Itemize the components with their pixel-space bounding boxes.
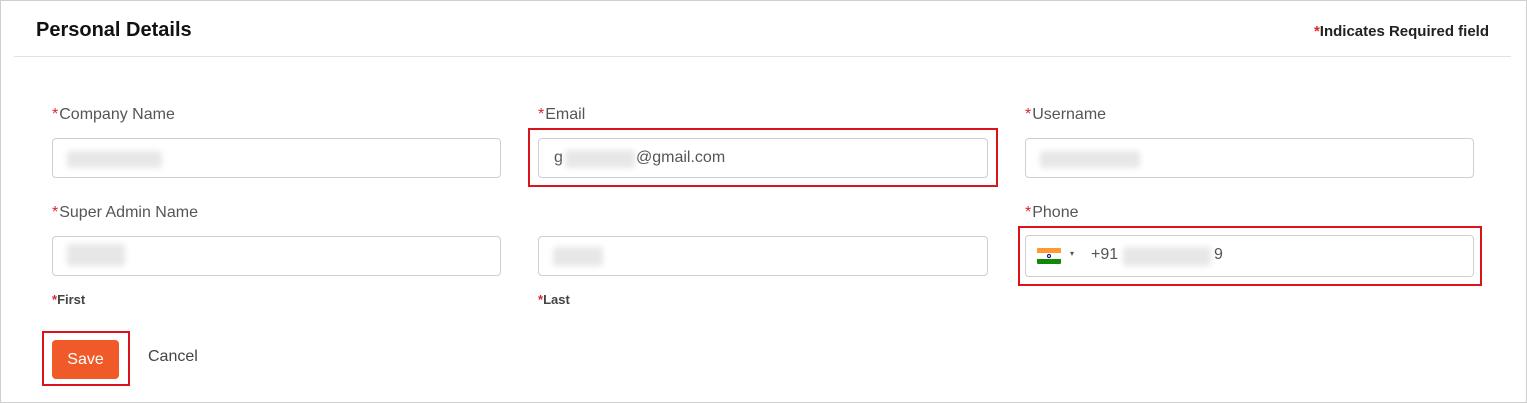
username-label-text: Username — [1032, 106, 1107, 123]
company-name-input[interactable] — [52, 138, 501, 178]
email-highlight-box — [528, 128, 998, 187]
cancel-button[interactable]: Cancel — [148, 348, 198, 366]
super-admin-name-label: *Super Admin Name — [52, 204, 198, 222]
required-star: * — [1025, 106, 1032, 123]
last-name-input[interactable] — [538, 236, 988, 276]
super-admin-name-label-text: Super Admin Name — [59, 204, 198, 221]
redacted-value — [67, 151, 162, 168]
save-highlight-box — [42, 331, 130, 386]
section-header: Personal Details *Indicates Required fie… — [14, 0, 1511, 57]
username-label: *Username — [1025, 106, 1106, 124]
phone-label: *Phone — [1025, 204, 1079, 222]
required-field-note: *Indicates Required field — [1314, 23, 1489, 40]
redacted-value — [67, 244, 125, 266]
required-star: * — [538, 106, 545, 123]
required-star: * — [52, 204, 59, 221]
first-name-input[interactable] — [52, 236, 501, 276]
company-name-label: *Company Name — [52, 106, 175, 124]
required-star: * — [52, 106, 59, 123]
email-label: *Email — [538, 106, 585, 124]
page-title: Personal Details — [36, 19, 192, 41]
username-input[interactable] — [1025, 138, 1474, 178]
first-name-sublabel: *First — [52, 292, 85, 307]
phone-highlight-box — [1018, 226, 1482, 286]
last-label-text: Last — [543, 292, 570, 307]
email-label-text: Email — [545, 106, 586, 123]
redacted-value — [553, 247, 603, 266]
last-name-sublabel: *Last — [538, 292, 570, 307]
first-label-text: First — [57, 292, 86, 307]
required-star: * — [1025, 204, 1032, 221]
personal-details-panel — [0, 0, 1527, 403]
phone-label-text: Phone — [1032, 204, 1079, 221]
company-name-label-text: Company Name — [59, 106, 175, 123]
redacted-value — [1040, 151, 1140, 168]
required-note-text: Indicates Required field — [1319, 23, 1489, 40]
